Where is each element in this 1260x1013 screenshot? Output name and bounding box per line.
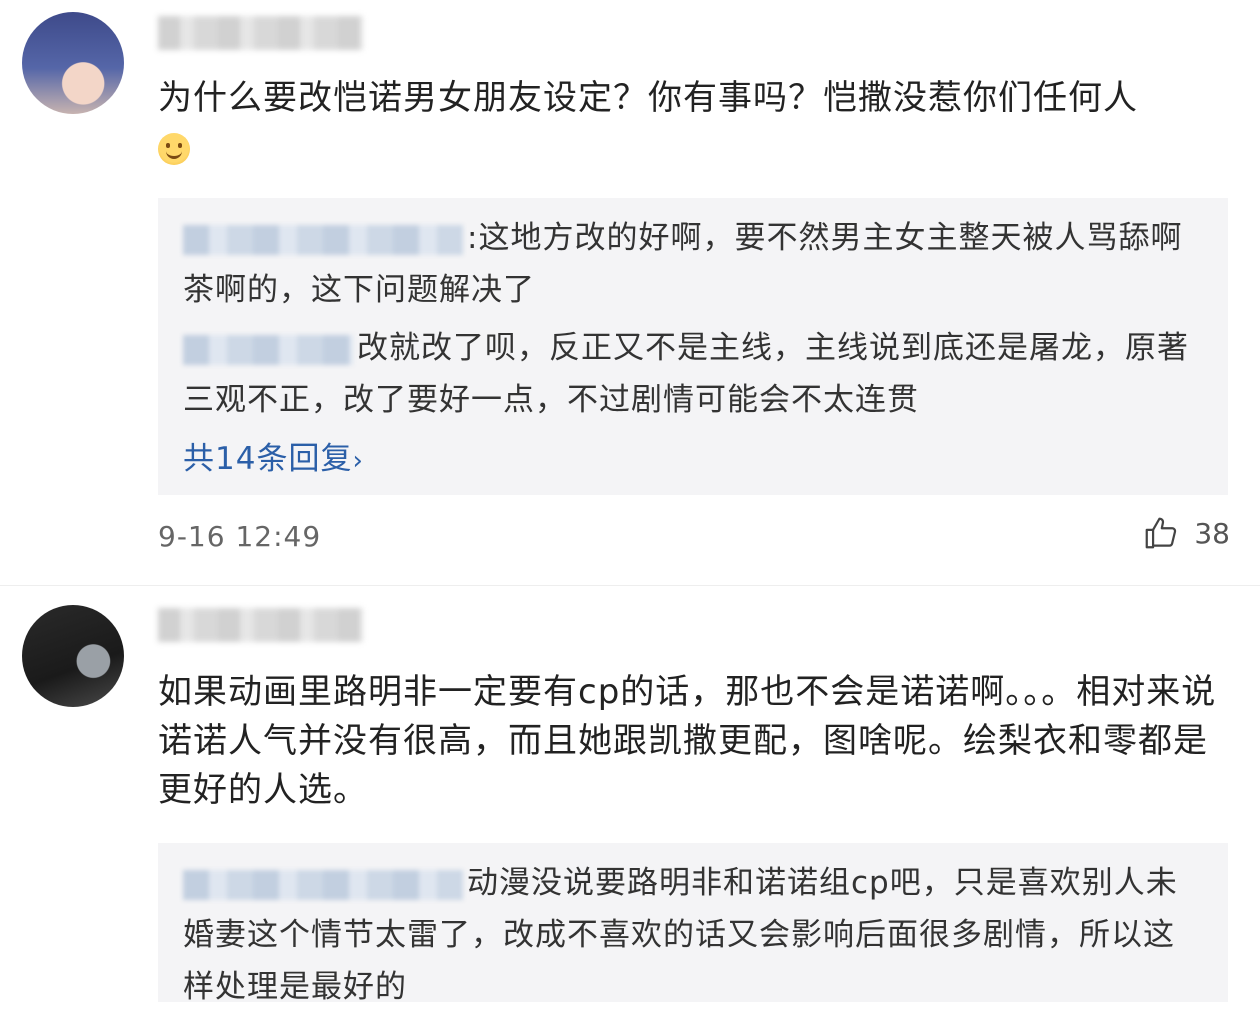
chevron-right-icon: ›: [352, 446, 364, 476]
like-count: 38: [1194, 516, 1230, 550]
more-replies-link[interactable]: 共14条回复›: [183, 433, 364, 478]
reply-username-blurred[interactable]: [183, 224, 463, 255]
smile-emoji-icon: [158, 132, 190, 165]
like-button[interactable]: 38: [1142, 514, 1230, 552]
reply-box: 动漫没说要路明非和诺诺组cp吧，只是喜欢别人未婚妻这个情节太雷了，改成不喜欢的话…: [158, 843, 1228, 1005]
reply-box: :这地方改的好啊，要不然男主女主整天被人骂舔啊茶啊的，这下问题解决了 改就改了呗…: [158, 198, 1228, 495]
reply-item: :这地方改的好啊，要不然男主女主整天被人骂舔啊茶啊的，这下问题解决了: [183, 212, 1193, 316]
reply-item: 动漫没说要路明非和诺诺组cp吧，只是喜欢别人未婚妻这个情节太雷了，改成不喜欢的话…: [183, 857, 1193, 1013]
comment-text: 为什么要改恺诺男女朋友设定？你有事吗？恺撒没惹你们任何人: [158, 74, 1228, 172]
more-replies-label: 共14条回复: [183, 441, 353, 477]
comment-text: 如果动画里路明非一定要有cp的话，那也不会是诺诺啊。。。相对来说诺诺人气并没有很…: [158, 668, 1228, 815]
comment-text-content: 为什么要改恺诺男女朋友设定？你有事吗？恺撒没惹你们任何人: [158, 78, 1138, 118]
reply-username-blurred[interactable]: [183, 334, 353, 365]
avatar[interactable]: [22, 605, 124, 707]
username-blurred[interactable]: [158, 16, 363, 50]
thumbs-up-icon: [1146, 517, 1177, 549]
timestamp: 9-16 12:49: [158, 520, 322, 553]
comment-footer: 9-16 12:49 38: [158, 517, 1230, 560]
reply-username-blurred[interactable]: [183, 869, 463, 900]
divider: [0, 585, 1260, 586]
username-blurred[interactable]: [158, 608, 363, 642]
comment-text-content: 如果动画里路明非一定要有cp的话，那也不会是诺诺啊。。。相对来说诺诺人气并没有很…: [158, 672, 1217, 810]
reply-item: 改就改了呗，反正又不是主线，主线说到底还是屠龙，原著三观不正，改了要好一点，不过…: [183, 322, 1193, 426]
avatar[interactable]: [22, 12, 124, 114]
